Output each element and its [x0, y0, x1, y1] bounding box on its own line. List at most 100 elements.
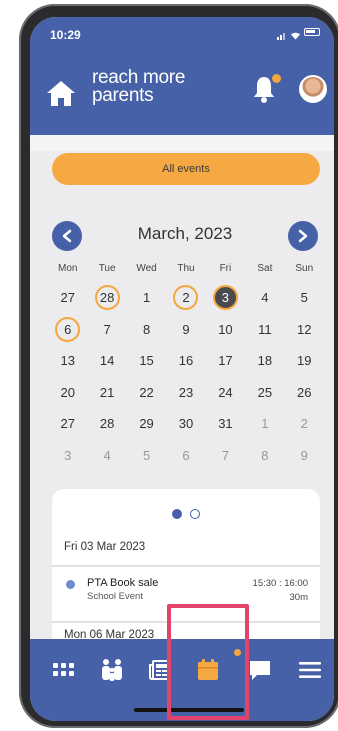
calendar-day[interactable]: 30: [166, 408, 205, 440]
calendar-day[interactable]: 1: [245, 408, 284, 440]
calendar-day[interactable]: 6: [48, 314, 87, 346]
calendar-day-number: 11: [258, 321, 272, 337]
calendar-day-number: 14: [99, 353, 115, 369]
calendar-day-number: 1: [261, 416, 269, 432]
event-day-heading: Fri 03 Mar 2023: [64, 541, 146, 553]
calendar-day-number: 10: [218, 321, 233, 337]
calendar-day[interactable]: 15: [127, 345, 166, 377]
event-color-dot: [66, 580, 75, 589]
avatar[interactable]: [299, 75, 327, 103]
calendar-day[interactable]: 10: [206, 314, 245, 346]
signal-icon: [277, 27, 287, 40]
calendar-day[interactable]: 29: [127, 408, 166, 440]
apps-grid-icon[interactable]: [46, 655, 82, 685]
calendar-day[interactable]: 7: [87, 314, 126, 346]
wifi-icon: [290, 27, 301, 40]
calendar-day-number: 13: [60, 353, 75, 369]
calendar-day[interactable]: 25: [245, 377, 284, 409]
calendar-day[interactable]: 3: [48, 440, 87, 472]
status-time: 10:29: [50, 28, 81, 42]
pager-dots: [52, 509, 320, 519]
calendar-day[interactable]: 11: [245, 314, 284, 346]
calendar-day[interactable]: 23: [166, 377, 205, 409]
calendar-day-number: 21: [99, 384, 115, 400]
calendar-day-number: 19: [297, 353, 312, 369]
calendar-day[interactable]: 8: [127, 314, 166, 346]
calendar-day-number: 3: [212, 285, 238, 311]
weekday-label: Thu: [177, 263, 195, 274]
calendar-day[interactable]: 9: [285, 440, 324, 472]
calendar-day[interactable]: 4: [245, 282, 284, 314]
status-icons: [277, 27, 320, 40]
calendar-day[interactable]: 4: [87, 440, 126, 472]
calendar-day[interactable]: 5: [285, 282, 324, 314]
calendar-day[interactable]: 5: [127, 440, 166, 472]
calendar-day-number: 16: [178, 353, 194, 369]
pager-dot[interactable]: [190, 509, 200, 519]
calendar-day[interactable]: 31: [206, 408, 245, 440]
calendar-grid: 27 28 1 2 3 4 5 6 7 8 9 10 11 12 13 14 15 16 17 18 19 20 21 22 2…: [48, 282, 324, 471]
calendar-day[interactable]: 13: [48, 345, 87, 377]
calendar-day-number: 20: [60, 384, 75, 400]
calendar-day-number: 12: [297, 321, 312, 337]
calendar-day[interactable]: 14: [87, 345, 126, 377]
calendar-day[interactable]: 18: [245, 345, 284, 377]
calendar-day-number: 4: [103, 447, 111, 463]
home-icon[interactable]: [46, 79, 76, 107]
weekday-label: Tue: [98, 263, 116, 274]
brand-logo: reach more parents: [92, 68, 185, 105]
calendar-day-number: 1: [142, 290, 151, 306]
calendar-day-number: 4: [261, 290, 269, 306]
all-events-button[interactable]: All events: [52, 153, 320, 185]
calendar-day[interactable]: 26: [285, 377, 324, 409]
calendar-day-number: 6: [55, 316, 81, 342]
calendar-day[interactable]: 1: [127, 282, 166, 314]
battery-icon: [304, 27, 320, 36]
calendar-day[interactable]: 12: [285, 314, 324, 346]
calendar-day[interactable]: 21: [87, 377, 126, 409]
calendar-day-selected[interactable]: 3: [206, 282, 245, 314]
calendar-day[interactable]: 2: [166, 282, 205, 314]
calendar-day-number: 7: [103, 321, 111, 337]
calendar-day-number: 6: [182, 447, 190, 463]
calendar-day[interactable]: 24: [206, 377, 245, 409]
pager-dot-active[interactable]: [172, 509, 182, 519]
calendar-day[interactable]: 22: [127, 377, 166, 409]
weekday-header: Mon Tue Wed Thu Fri Sat Sun: [48, 263, 324, 274]
calendar-day-number: 28: [94, 285, 120, 311]
calendar-day-number: 27: [60, 416, 75, 432]
calendar-day-number: 27: [60, 290, 75, 306]
menu-icon[interactable]: [292, 655, 328, 685]
prev-month-button[interactable]: [52, 221, 82, 251]
calendar-day-number: 26: [297, 384, 312, 400]
next-month-button[interactable]: [288, 221, 318, 251]
calendar-day[interactable]: 8: [245, 440, 284, 472]
calendar-day[interactable]: 7: [206, 440, 245, 472]
calendar-day[interactable]: 27: [48, 408, 87, 440]
weekday-label: Fri: [219, 263, 232, 274]
calendar-day[interactable]: 20: [48, 377, 87, 409]
weekday-label: Wed: [136, 263, 157, 274]
event-title: PTA Book sale: [87, 577, 159, 589]
calendar-day[interactable]: 2: [285, 408, 324, 440]
calendar-day[interactable]: 9: [166, 314, 205, 346]
family-icon[interactable]: [94, 655, 130, 685]
calendar-day[interactable]: 17: [206, 345, 245, 377]
calendar-day-number: 17: [218, 353, 233, 369]
calendar-day[interactable]: 27: [48, 282, 87, 314]
calendar-day-number: 9: [182, 321, 190, 337]
event-category: School Event: [87, 591, 143, 602]
calendar-day[interactable]: 6: [166, 440, 205, 472]
calendar-day-number: 25: [257, 384, 273, 400]
calendar-day-number: 28: [99, 416, 115, 432]
divider: [52, 565, 320, 567]
calendar-day-number: 2: [173, 285, 199, 311]
calendar-day-number: 8: [261, 447, 269, 463]
calendar-day-number: 5: [142, 447, 151, 463]
calendar-day[interactable]: 16: [166, 345, 205, 377]
calendar-day-number: 15: [139, 353, 154, 369]
calendar-day[interactable]: 28: [87, 282, 126, 314]
calendar-day-number: 7: [221, 447, 230, 463]
calendar-day[interactable]: 28: [87, 408, 126, 440]
calendar-day[interactable]: 19: [285, 345, 324, 377]
